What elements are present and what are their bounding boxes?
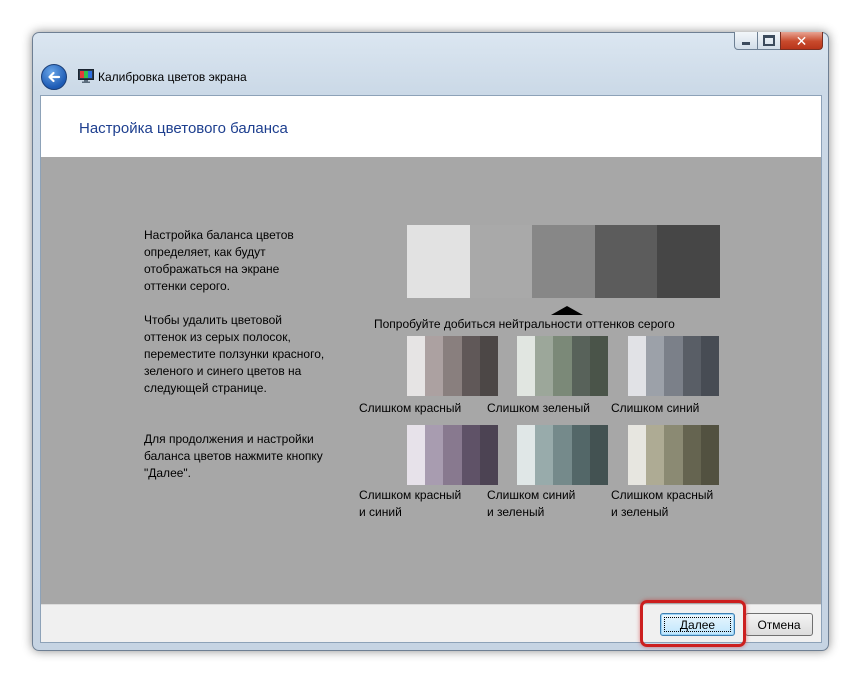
minimize-icon (742, 42, 750, 45)
color-bar (589, 336, 608, 396)
gray-swatch (532, 225, 595, 298)
color-bar (443, 425, 462, 485)
gray-swatch (469, 225, 533, 298)
back-button[interactable] (41, 64, 67, 90)
color-bar (461, 336, 480, 396)
color-bar (517, 425, 536, 485)
maximize-button[interactable] (757, 32, 781, 50)
color-bar (628, 336, 647, 396)
color-bar (700, 336, 719, 396)
example-caption: Слишком красный и синий (359, 488, 462, 519)
maximize-icon (763, 35, 775, 46)
close-button[interactable]: ✕ (780, 32, 823, 50)
color-bar (700, 425, 719, 485)
color-bar (535, 425, 554, 485)
header-band: Настройка цветового баланса (41, 96, 821, 157)
gray-reference-swatches (407, 225, 720, 298)
caption-buttons: ✕ (734, 32, 823, 50)
example-strip (628, 425, 719, 485)
color-bar (535, 336, 554, 396)
color-bar (517, 336, 536, 396)
neutral-gray-hint: Попробуйте добиться нейтральности оттенк… (374, 317, 675, 331)
example-caption: Слишком синий (611, 401, 700, 415)
color-bar (479, 425, 498, 485)
color-bar (461, 425, 480, 485)
color-bar (425, 336, 444, 396)
color-bar (443, 336, 462, 396)
close-icon: ✕ (795, 32, 808, 49)
example-caption: Слишком красный и зеленый (611, 488, 714, 519)
color-bar (553, 336, 572, 396)
gray-swatch (407, 225, 470, 298)
gray-swatch (594, 225, 658, 298)
calibration-window: ✕ Калибровка цветов экрана Настройка цве… (32, 32, 829, 651)
instruction-paragraph-3: Для продолжения и настройки баланса цвет… (144, 432, 323, 480)
window-title: Калибровка цветов экрана (98, 70, 247, 84)
color-bar (682, 425, 701, 485)
color-bar (479, 336, 498, 396)
color-bar (664, 336, 683, 396)
content-panel: Настройка цветового баланса Настройка ба… (40, 95, 822, 643)
color-bar (571, 336, 590, 396)
color-bar (571, 425, 590, 485)
color-bar (553, 425, 572, 485)
cancel-button-label: Отмена (757, 617, 801, 632)
next-button-highlight (640, 600, 746, 647)
example-strip (407, 336, 498, 396)
up-arrow-icon (551, 306, 583, 315)
color-bar (628, 425, 647, 485)
color-bar (407, 425, 426, 485)
color-bar (425, 425, 444, 485)
gray-swatch (657, 225, 720, 298)
minimize-button[interactable] (734, 32, 758, 50)
example-strip (517, 336, 608, 396)
color-bar (407, 336, 426, 396)
calibration-area: Настройка баланса цветов определяет, как… (41, 157, 821, 604)
cancel-button[interactable]: Отмена (745, 613, 813, 636)
color-bar (664, 425, 683, 485)
page-title: Настройка цветового баланса (79, 120, 288, 137)
example-strip (517, 425, 608, 485)
instruction-paragraph-2: Чтобы удалить цветовой оттенок из серых … (144, 313, 325, 395)
color-bar (646, 336, 665, 396)
color-bar (682, 336, 701, 396)
color-bar (646, 425, 665, 485)
example-caption: Слишком синий и зеленый (487, 488, 576, 519)
example-caption: Слишком красный (359, 401, 462, 415)
example-caption: Слишком зеленый (487, 401, 590, 415)
example-strip (628, 336, 719, 396)
instruction-paragraph-1: Настройка баланса цветов определяет, как… (144, 228, 294, 293)
color-bar (589, 425, 608, 485)
back-arrow-icon (48, 71, 61, 83)
display-color-icon (78, 69, 94, 83)
example-strip (407, 425, 498, 485)
